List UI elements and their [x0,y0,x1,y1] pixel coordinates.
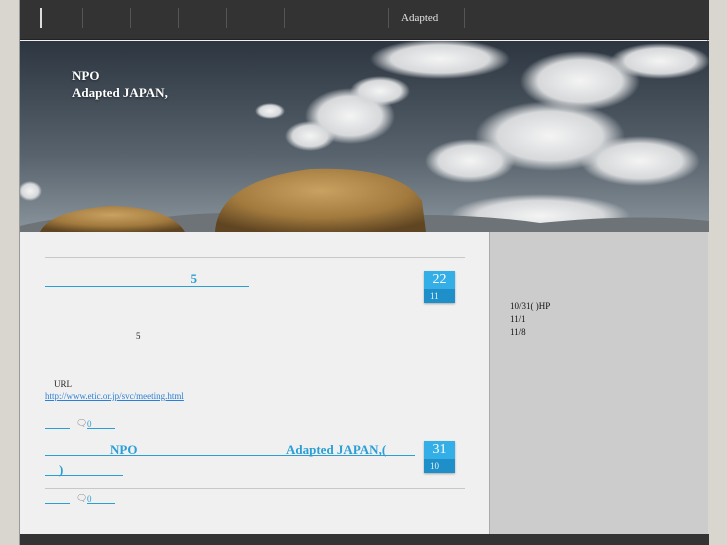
post-title-part1: NPO [110,442,138,457]
post-meta-2: 🗨︎ 0 [45,493,125,504]
sidebar-news-list: 10/31( )HP 11/1 11/8 [510,300,550,339]
site-title[interactable]: NPO Adapted JAPAN, [72,67,168,101]
main-content: 5 22 11 5 URL http://www.etic.or.jp/svc/… [20,232,489,534]
comment-icon: 🗨︎ [76,418,88,428]
sidebar-news-item[interactable]: 10/31( )HP [510,300,550,313]
nav-separator [284,8,285,28]
url-label: URL [54,379,72,389]
post-meta: 🗨︎ 0 [45,418,125,429]
comment-count[interactable]: 0 [87,494,92,504]
post-date-badge: 22 11 [424,271,455,303]
post-title-link-2[interactable]: NPO Adapted JAPAN,( [45,442,415,457]
post-body-text: 5 [136,331,141,341]
post-title-link-2-cont[interactable]: ) [45,462,123,477]
nav-separator [82,8,83,28]
divider [45,257,465,258]
divider [45,488,465,489]
nav-item-adapted[interactable]: Adapted [401,12,438,24]
page: Adapted NPO Adapted JAPAN, 5 22 11 5 URL… [19,0,709,545]
sidebar-news-item[interactable]: 11/1 [510,313,550,326]
nav-separator [388,8,389,28]
post-title-link[interactable]: 5 [45,272,249,287]
sidebar-news-item[interactable]: 11/8 [510,326,550,339]
footer-bar [20,534,709,545]
nav-separator [464,8,465,28]
nav-separator [178,8,179,28]
top-navigation: Adapted [20,0,709,40]
post-date-month: 11 [424,289,455,303]
comment-count[interactable]: 0 [87,419,92,429]
external-url-link[interactable]: http://www.etic.or.jp/svc/meeting.html [45,391,184,401]
sidebar: 10/31( )HP 11/1 11/8 [489,232,708,534]
post-meta-author-link[interactable] [45,494,70,504]
site-title-line1: NPO [72,68,100,83]
post-meta-author-link[interactable] [45,419,70,429]
post-date-day-2: 31 [424,441,455,459]
nav-separator [226,8,227,28]
site-title-line2: Adapted JAPAN, [72,85,168,100]
post-date-day: 22 [424,271,455,289]
header-banner: NPO Adapted JAPAN, [20,41,709,232]
comment-icon: 🗨︎ [76,493,88,503]
nav-home-marker[interactable] [40,8,42,28]
post-title-part2: Adapted JAPAN,( [286,442,387,457]
post-date-month-2: 10 [424,459,455,473]
post-title-part3: ) [59,462,64,477]
post-date-badge-2: 31 10 [424,441,455,473]
nav-separator [130,8,131,28]
